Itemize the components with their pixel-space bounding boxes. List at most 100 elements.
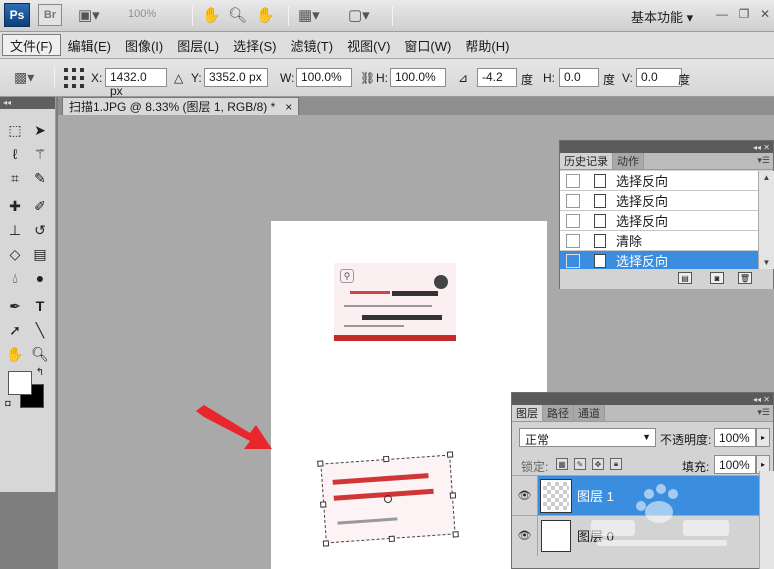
tab-channels[interactable]: 通道 — [574, 405, 605, 421]
blend-mode-select[interactable]: 正常 ▼ — [519, 428, 656, 447]
foreground-color-swatch[interactable] — [8, 371, 32, 395]
y-position-field[interactable]: 3352.0 px — [204, 68, 268, 87]
menu-file[interactable]: 文件(F) — [2, 34, 61, 56]
reference-point-icon[interactable] — [64, 68, 84, 88]
menu-select[interactable]: 选择(S) — [226, 34, 283, 56]
lock-all-icon[interactable]: 🔒︎ — [610, 458, 622, 470]
hand-tool-icon[interactable]: ✋ — [202, 5, 221, 25]
tab-layers[interactable]: 图层 — [512, 405, 543, 421]
crop-tool-icon[interactable]: ⌗ — [4, 167, 26, 189]
document-canvas[interactable]: ⚲ — [271, 221, 547, 569]
transform-handle[interactable] — [452, 531, 459, 538]
menu-image[interactable]: 图像(I) — [118, 34, 170, 56]
transform-handle[interactable] — [317, 460, 324, 467]
default-colors-icon[interactable]: ◘ — [2, 397, 14, 409]
reference-point-marker[interactable] — [383, 494, 393, 504]
trash-icon[interactable]: 🗑︎ — [738, 272, 752, 284]
panel-menu-icon[interactable]: ▾☰ — [757, 407, 770, 418]
transform-handle[interactable] — [449, 492, 457, 499]
type-tool-icon[interactable]: T — [29, 295, 51, 317]
x-position-field[interactable]: 1432.0 px — [105, 68, 167, 98]
history-item[interactable]: 清除 — [560, 231, 758, 251]
workspace-switcher[interactable]: 基本功能 ▾ — [631, 7, 693, 26]
marquee-tool-icon[interactable]: ⬚ — [4, 119, 26, 141]
transformed-card-image[interactable] — [317, 451, 459, 547]
link-icon[interactable]: ⛓ — [360, 71, 375, 85]
menu-view[interactable]: 视图(V) — [340, 34, 397, 56]
clone-stamp-tool-icon[interactable]: ⊥ — [4, 219, 26, 241]
close-tab-icon[interactable]: × — [285, 100, 292, 114]
snapshot-checkbox[interactable] — [566, 233, 580, 248]
move-tool-preset-icon[interactable]: ▩▾ — [14, 69, 34, 86]
minimize-icon[interactable]: — — [712, 5, 732, 23]
eraser-tool-icon[interactable]: ◇ — [4, 243, 26, 265]
path-selection-tool-icon[interactable]: ➚ — [4, 319, 26, 341]
lock-position-icon[interactable]: ✥ — [592, 458, 604, 470]
collapse-toolbox-icon[interactable]: ◂◂ — [0, 97, 55, 109]
restore-icon[interactable]: ❐ — [734, 5, 754, 23]
tab-actions[interactable]: 动作 — [613, 153, 644, 169]
history-scrollbar[interactable]: ▲ ▼ — [758, 171, 774, 269]
zoom-level[interactable]: 100% — [128, 8, 156, 20]
panel-collapse-icon[interactable]: ◂◂ ✕ — [560, 141, 773, 153]
menu-filter[interactable]: 滤镜(T) — [283, 34, 340, 56]
magic-wand-tool-icon[interactable]: ⚚ — [29, 143, 51, 165]
blur-tool-icon[interactable]: 💧︎ — [4, 267, 26, 289]
menu-layer[interactable]: 图层(L) — [170, 34, 226, 56]
lock-image-icon[interactable]: ✎ — [574, 458, 586, 470]
history-item[interactable]: 选择反向 — [560, 191, 758, 211]
v-skew-field[interactable]: 0.0 — [636, 68, 682, 87]
screen-mode-icon[interactable]: ▣▾ — [78, 5, 100, 25]
snapshot-checkbox[interactable] — [566, 193, 580, 208]
eyedropper-tool-icon[interactable]: ✎ — [29, 167, 51, 189]
angle-field[interactable]: -4.2 — [477, 68, 517, 87]
hand-tool-icon[interactable]: ✋ — [4, 343, 26, 365]
transform-handle[interactable] — [446, 451, 454, 458]
new-snapshot-icon[interactable]: ◙ — [710, 272, 724, 284]
transform-handle[interactable] — [320, 501, 327, 508]
width-field[interactable]: 100.0% — [296, 68, 352, 87]
scroll-up-icon[interactable]: ▲ — [763, 173, 771, 182]
snapshot-checkbox[interactable] — [566, 213, 580, 228]
lasso-tool-icon[interactable]: ℓ — [4, 143, 26, 165]
opacity-slider-button[interactable]: ▸ — [756, 428, 770, 447]
gradient-tool-icon[interactable]: ▤ — [29, 243, 51, 265]
layer-row[interactable]: 👁︎ 图层 0 — [512, 515, 759, 556]
opacity-field[interactable]: 100% — [714, 428, 756, 447]
height-field[interactable]: 100.0% — [390, 68, 446, 87]
panel-collapse-icon[interactable]: ◂◂ ✕ — [512, 393, 773, 405]
screen-mode-toggle-icon[interactable]: ▢▾ — [348, 5, 370, 25]
zoom-tool-icon[interactable]: 🔍︎ — [228, 5, 247, 25]
new-document-from-state-icon[interactable]: ▤ — [678, 272, 692, 284]
line-tool-icon[interactable]: ╲ — [29, 319, 51, 341]
history-item[interactable]: 选择反向 — [560, 171, 758, 191]
transform-handle[interactable] — [383, 455, 390, 463]
rotate-view-icon[interactable]: ✋ — [256, 5, 275, 25]
menu-help[interactable]: 帮助(H) — [458, 34, 516, 56]
layers-scrollbar[interactable] — [759, 471, 774, 569]
swap-colors-icon[interactable]: ↰ — [33, 365, 47, 379]
tab-history[interactable]: 历史记录 — [560, 153, 613, 169]
transform-handle[interactable] — [322, 540, 330, 547]
close-icon[interactable]: ✕ — [755, 5, 774, 23]
move-tool-icon[interactable]: ➤ — [29, 119, 51, 141]
lock-transparency-icon[interactable]: ▦ — [556, 458, 568, 470]
layer-row-selected[interactable]: 👁︎ 图层 1 — [512, 475, 759, 516]
tab-paths[interactable]: 路径 — [543, 405, 574, 421]
menu-window[interactable]: 窗口(W) — [397, 34, 458, 56]
snapshot-checkbox[interactable] — [566, 253, 580, 268]
bridge-button[interactable]: Br — [38, 4, 62, 26]
brush-tool-icon[interactable]: ✐ — [29, 195, 51, 217]
history-brush-tool-icon[interactable]: ↺ — [29, 219, 51, 241]
dodge-tool-icon[interactable]: ● — [29, 267, 51, 289]
history-item[interactable]: 选择反向 — [560, 211, 758, 231]
snapshot-checkbox[interactable] — [566, 173, 580, 188]
h-skew-field[interactable]: 0.0 — [559, 68, 599, 87]
fill-field[interactable]: 100% — [714, 455, 756, 474]
menu-edit[interactable]: 编辑(E) — [61, 34, 118, 56]
healing-brush-tool-icon[interactable]: ✚ — [4, 195, 26, 217]
eye-icon[interactable]: 👁︎ — [512, 475, 538, 516]
document-tab[interactable]: 扫描1.JPG @ 8.33% (图层 1, RGB/8) * × — [62, 97, 300, 115]
pen-tool-icon[interactable]: ✒ — [4, 295, 26, 317]
transform-handle[interactable] — [388, 535, 395, 543]
